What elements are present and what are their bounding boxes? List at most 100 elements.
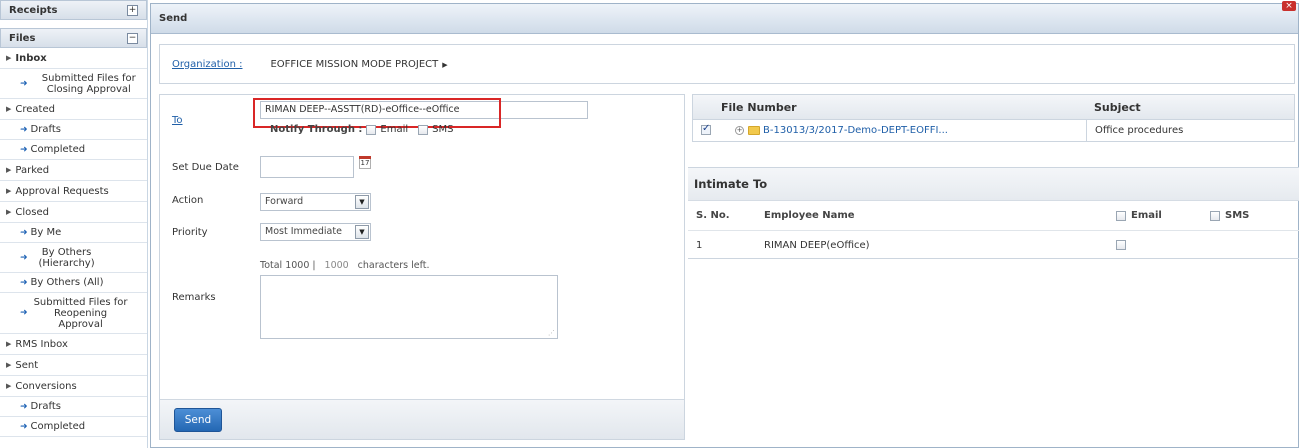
sidebar-item-parked[interactable]: ▶ Parked [0, 160, 147, 181]
notify-sms-checkbox[interactable] [418, 124, 429, 135]
sidebar-item-label: By Me [30, 227, 62, 238]
window-title-bar: Send [151, 4, 1298, 34]
due-date-label: Set Due Date [172, 162, 239, 173]
collapse-icon[interactable]: − [127, 32, 138, 44]
sidebar-item-label: Submitted Files for Reopening Approval [33, 296, 128, 330]
files-label: Files [9, 32, 36, 44]
action-selected-value: Forward [265, 196, 304, 207]
sidebar-item-label: Inbox [15, 52, 47, 64]
receipts-label: Receipts [9, 4, 58, 16]
sidebar-item-conversions[interactable]: ▶ Conversions [0, 376, 147, 397]
arrow-right-icon: ➜ [20, 227, 28, 238]
sidebar-item-submitted-reopening[interactable]: ➜ Submitted Files for Reopening Approval [0, 293, 147, 334]
chevron-down-icon[interactable]: ▼ [355, 195, 369, 209]
caret-right-icon: ▶ [6, 105, 12, 113]
email-header: Email [1116, 210, 1210, 221]
notify-through: Notify Through : Email SMS [270, 124, 454, 135]
sidebar-item-label: Completed [30, 421, 86, 432]
to-link[interactable]: To [172, 115, 183, 126]
sms-all-checkbox[interactable] [1210, 210, 1220, 221]
chars-suffix: characters left. [357, 260, 430, 271]
sidebar-item-submitted-closing[interactable]: ➜ Submitted Files for Closing Approval [0, 69, 147, 99]
email-checkbox[interactable] [1116, 240, 1126, 250]
priority-selected-value: Most Immediate [265, 226, 342, 237]
row-check-cell [693, 123, 721, 136]
row-checkbox[interactable] [701, 123, 711, 135]
caret-right-icon: ▶ [6, 166, 12, 174]
intimate-title: Intimate To [688, 168, 1299, 201]
sidebar-item-label: Drafts [30, 124, 61, 135]
sidebar-item-closed[interactable]: ▶ Closed [0, 202, 147, 223]
due-date-input[interactable] [260, 156, 354, 178]
caret-right-icon: ▶ [6, 208, 12, 216]
sidebar-item-created[interactable]: ▶ Created [0, 99, 147, 120]
calendar-icon[interactable]: 17 [359, 156, 371, 169]
sidebar-item-by-others-all[interactable]: ➜ By Others (All) [0, 273, 147, 293]
arrow-right-icon: ➜ [20, 252, 28, 263]
file-number-link[interactable]: B-13013/3/2017-Demo-DEPT-EOFFI... [763, 125, 948, 136]
subject-header: Subject [1094, 100, 1141, 114]
receipts-section-header[interactable]: Receipts + [0, 0, 147, 20]
sidebar-item-by-me[interactable]: ➜ By Me [0, 223, 147, 243]
arrow-right-icon: ➜ [20, 421, 28, 432]
sno-cell: 1 [696, 239, 703, 251]
sidebar-item-label: Parked [15, 164, 50, 176]
caret-right-icon: ▶ [6, 382, 12, 390]
sidebar-item-conversions-completed[interactable]: ➜ Completed [0, 417, 147, 437]
sidebar-item-approval-requests[interactable]: ▶ Approval Requests [0, 181, 147, 202]
arrow-right-icon: ➜ [20, 78, 28, 89]
files-section-header[interactable]: Files − [0, 28, 147, 48]
chevron-down-icon[interactable]: ▼ [355, 225, 369, 239]
resize-grip-icon[interactable]: ⋰ [548, 329, 555, 337]
table-row[interactable]: + B-13013/3/2017-Demo-DEPT-EOFFI... Offi… [692, 120, 1295, 142]
arrow-right-icon: ➜ [20, 277, 28, 288]
chars-count: 1000 [324, 260, 349, 271]
notify-email-label: Email [380, 124, 409, 135]
sidebar-item-inbox[interactable]: ▶ Inbox [0, 48, 147, 69]
employee-name-header: Employee Name [764, 210, 855, 221]
sidebar-item-by-others-hierarchy[interactable]: ➜ By Others (Hierarchy) [0, 243, 147, 273]
sms-header: SMS [1210, 210, 1290, 221]
sidebar-item-label: RMS Inbox [15, 338, 68, 350]
sidebar-item-label: By Others (Hierarchy) [38, 246, 95, 269]
intimate-table-header: S. No. Employee Name Email SMS [688, 201, 1299, 231]
organization-value: EOFFICE MISSION MODE PROJECT ▶ [270, 59, 447, 70]
caret-right-icon: ▶ [6, 361, 12, 369]
arrow-right-icon: ➜ [20, 401, 28, 412]
organization-link[interactable]: Organization : [172, 59, 242, 70]
sidebar-item-label: Completed [30, 144, 86, 155]
notify-label: Notify Through : [270, 124, 363, 135]
notify-email-checkbox[interactable] [366, 124, 377, 135]
send-form: To RIMAN DEEP--ASSTT(RD)-eOffice--eOffic… [159, 94, 685, 440]
sidebar-item-rms-inbox[interactable]: ▶ RMS Inbox [0, 334, 147, 355]
email-cell [1116, 240, 1210, 250]
intimate-to-panel: Intimate To S. No. Employee Name Email S… [688, 167, 1299, 259]
sidebar-item-created-drafts[interactable]: ➜ Drafts [0, 120, 147, 140]
expand-icon[interactable]: + [735, 126, 744, 135]
sidebar-item-sent[interactable]: ▶ Sent [0, 355, 147, 376]
sidebar-item-label: Submitted Files for Closing Approval [41, 72, 136, 95]
sidebar-item-label: Created [15, 103, 55, 115]
sidebar-item-label: Approval Requests [15, 185, 109, 197]
sidebar-item-label: Drafts [30, 401, 61, 412]
table-row: 1 RIMAN DEEP(eOffice) [688, 231, 1299, 259]
action-select[interactable]: Forward ▼ [260, 193, 371, 211]
expand-icon[interactable]: + [127, 4, 138, 16]
caret-right-icon: ▶ [6, 54, 12, 62]
sidebar-item-conversions-drafts[interactable]: ➜ Drafts [0, 397, 147, 417]
chars-total: Total 1000 | [260, 260, 316, 271]
folder-icon [748, 126, 760, 135]
file-number-cell: + B-13013/3/2017-Demo-DEPT-EOFFI... [721, 125, 1086, 136]
organization-bar: Organization : EOFFICE MISSION MODE PROJ… [159, 44, 1295, 84]
sidebar-item-label: By Others (All) [30, 277, 104, 288]
priority-select[interactable]: Most Immediate ▼ [260, 223, 371, 241]
email-all-checkbox[interactable] [1116, 210, 1126, 221]
sidebar-item-created-completed[interactable]: ➜ Completed [0, 140, 147, 160]
remarks-textarea[interactable]: ⋰ [260, 275, 558, 339]
arrow-right-icon: ➜ [20, 144, 28, 155]
close-icon[interactable]: × [1282, 1, 1296, 11]
send-button[interactable]: Send [174, 408, 222, 432]
sidebar-item-label: Closed [15, 206, 49, 218]
employee-name-cell: RIMAN DEEP(eOffice) [764, 239, 870, 251]
priority-label: Priority [172, 227, 208, 238]
